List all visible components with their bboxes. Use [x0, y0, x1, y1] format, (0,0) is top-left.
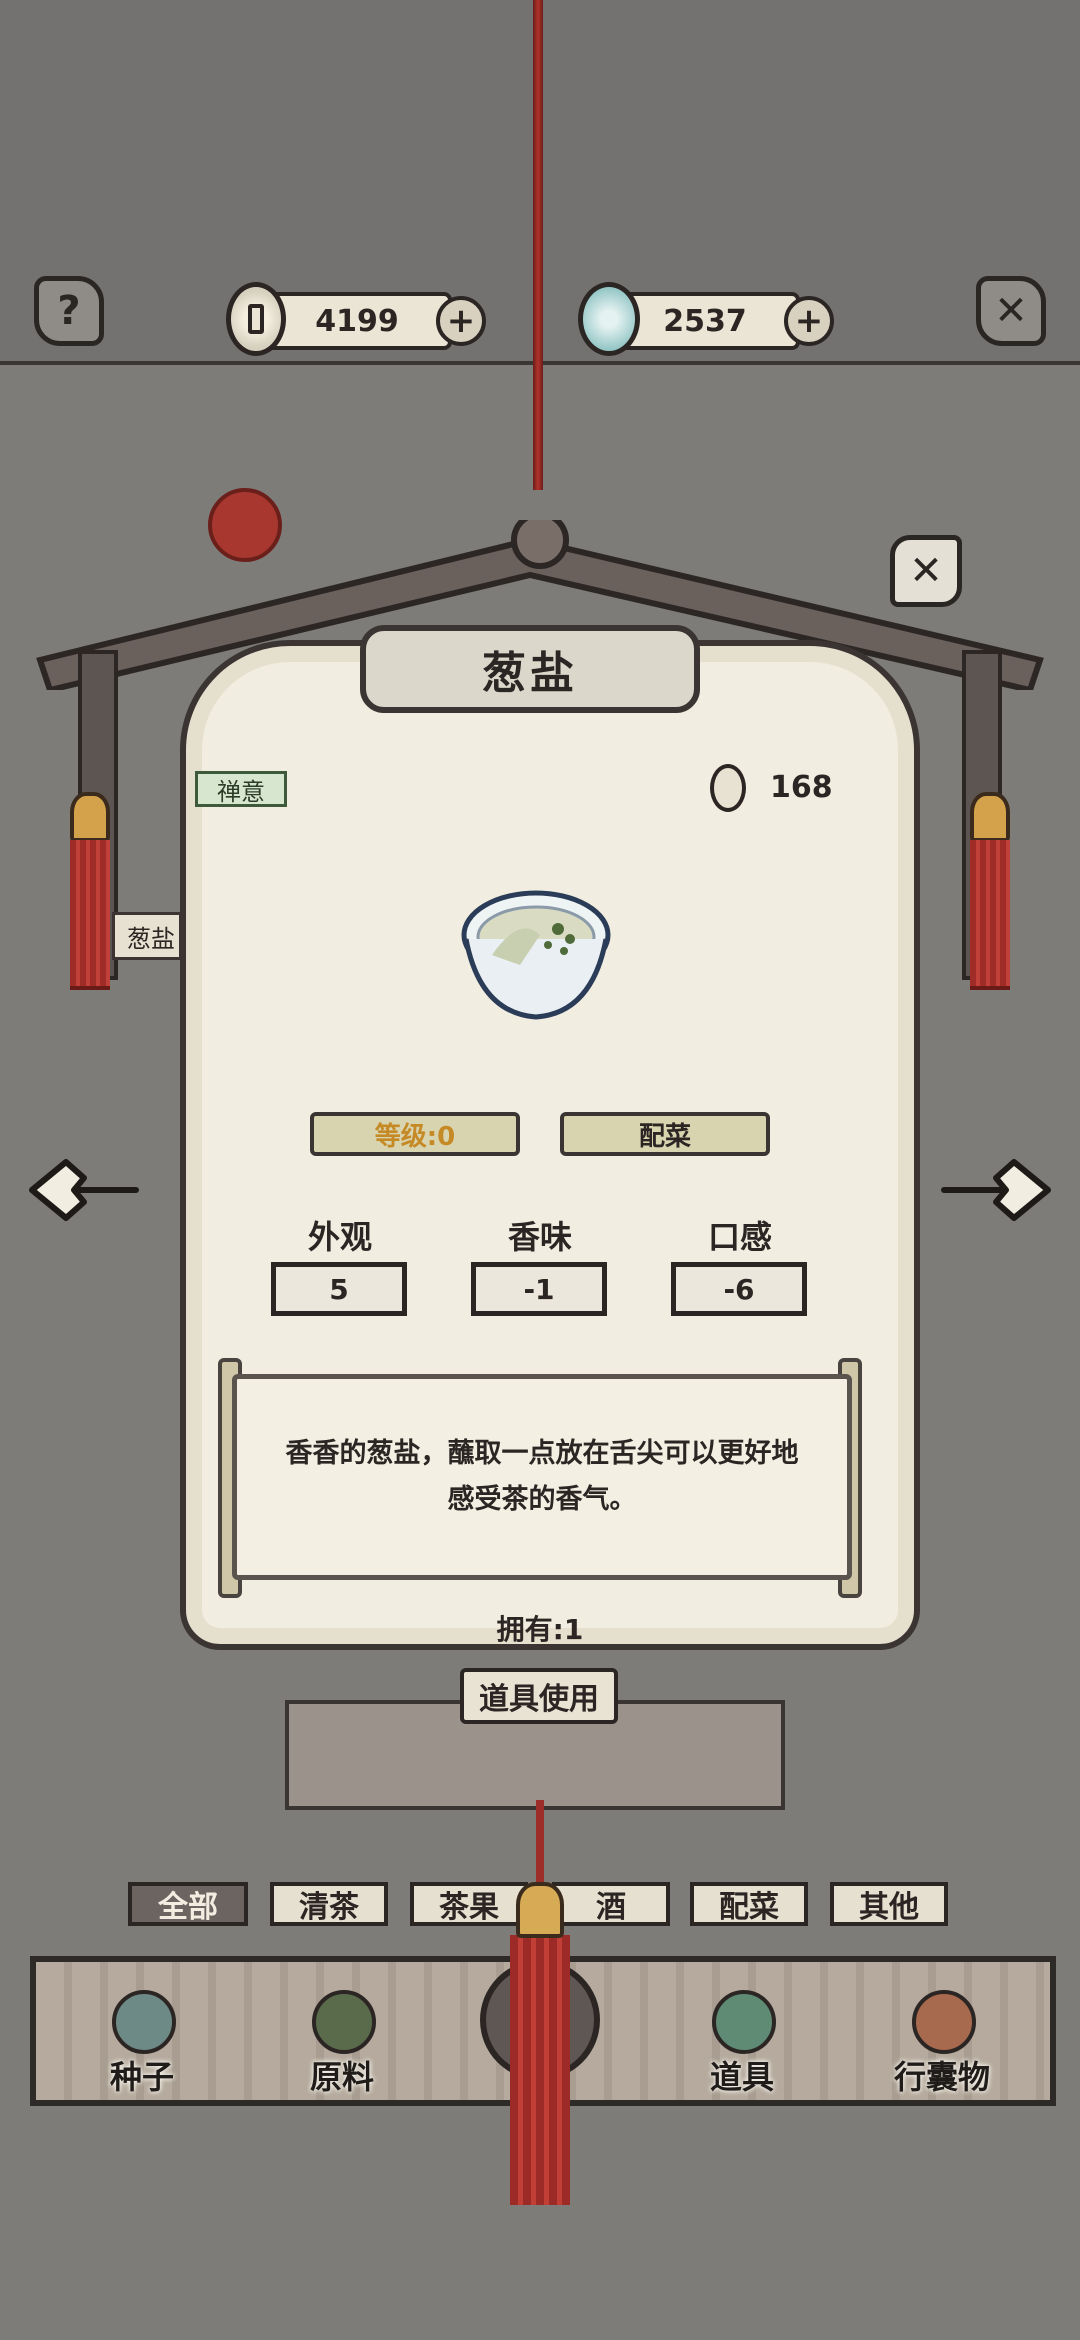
nav-seeds[interactable]: 种子 [82, 1990, 202, 2100]
item-title: 葱盐 [360, 625, 700, 713]
stat-appearance-label: 外观 [307, 1218, 372, 1256]
jade-orb-icon [578, 282, 640, 356]
category-label: 配菜 [638, 1121, 691, 1152]
use-item-button[interactable]: 道具使用 [460, 1668, 618, 1724]
panel-close-glyph: ✕ [909, 548, 943, 594]
jade-value: 2537 [663, 303, 747, 339]
center-tassel-knot [516, 1882, 564, 1938]
stat-aroma-label: 香味 [507, 1218, 572, 1256]
plus-glyph: + [446, 301, 476, 341]
left-tassel-knot [70, 792, 110, 842]
filter-tab-wine[interactable]: 酒 [552, 1882, 670, 1926]
filter-label: 全部 [158, 1890, 218, 1925]
filter-label: 茶果 [439, 1890, 499, 1925]
filter-tab-side-dish[interactable]: 配菜 [690, 1882, 808, 1926]
owned-count: 拥有:1 [496, 1613, 584, 1646]
tray-icon [712, 1990, 776, 2054]
hanging-rope [533, 0, 543, 490]
item-price: 168 [770, 770, 833, 805]
nav-materials[interactable]: 原料 [282, 1990, 402, 2100]
center-tassel [510, 1935, 570, 2205]
side-item-tab[interactable]: 葱盐 [112, 912, 182, 960]
category-badge: 配菜 [560, 1112, 770, 1156]
item-tag-badge: 禅意 [195, 771, 287, 807]
filter-tab-plain-tea[interactable]: 清茶 [270, 1882, 388, 1926]
filter-label: 清茶 [299, 1890, 359, 1925]
nav-seeds-label: 种子 [109, 2058, 174, 2096]
filter-tab-tea-fruit[interactable]: 茶果 [410, 1882, 528, 1926]
scallion-salt-bowl-icon [461, 890, 611, 1020]
help-icon[interactable]: ? [34, 276, 104, 346]
copper-currency-bar: 4199 [262, 292, 452, 350]
next-arrow-icon[interactable] [938, 1158, 1054, 1222]
panel-close-icon[interactable]: ✕ [890, 535, 962, 607]
close-icon[interactable]: ✕ [976, 276, 1046, 346]
stat-aroma-value: -1 [471, 1262, 607, 1316]
use-item-label: 道具使用 [479, 1682, 599, 1717]
price-coin-icon [710, 764, 746, 812]
robe-icon [912, 1990, 976, 2054]
filter-label: 其他 [859, 1890, 919, 1925]
stat-appearance-value: 5 [271, 1262, 407, 1316]
level-label: 等级:0 [374, 1121, 456, 1152]
right-tassel [970, 840, 1010, 990]
level-badge: 等级:0 [310, 1112, 520, 1156]
copper-value: 4199 [315, 303, 399, 339]
add-copper-button[interactable]: + [436, 296, 486, 346]
filter-tab-other[interactable]: 其他 [830, 1882, 948, 1926]
item-name: 葱盐 [482, 648, 578, 699]
description-text: 香香的葱盐，蘸取一点放在舌尖可以更好地感受茶的香气。 [285, 1438, 799, 1515]
copper-coin-icon [226, 282, 286, 356]
left-tassel [70, 840, 110, 990]
seed-jar-icon [112, 1990, 176, 2054]
item-description: 香香的葱盐，蘸取一点放在舌尖可以更好地感受茶的香气。 [232, 1374, 852, 1580]
nav-baggage[interactable]: 行囊物 [882, 1990, 1002, 2100]
right-tassel-knot [970, 792, 1010, 842]
help-glyph: ? [57, 288, 81, 334]
tea-leaf-icon [312, 1990, 376, 2054]
plus-glyph: + [794, 301, 824, 341]
stat-texture-value: -6 [671, 1262, 807, 1316]
add-jade-button[interactable]: + [784, 296, 834, 346]
filter-label: 配菜 [719, 1890, 779, 1925]
close-glyph: ✕ [994, 288, 1028, 334]
previous-arrow-icon[interactable] [26, 1158, 142, 1222]
nav-materials-label: 原料 [309, 2058, 374, 2096]
seal-stamp-icon [208, 488, 282, 562]
side-tab-label: 葱盐 [127, 924, 175, 953]
filter-label: 酒 [596, 1890, 626, 1925]
stat-texture-label: 口感 [707, 1218, 772, 1256]
nav-baggage-label: 行囊物 [893, 2058, 990, 2096]
filter-tab-all[interactable]: 全部 [128, 1882, 248, 1926]
item-tag-label: 禅意 [217, 777, 265, 806]
nav-props[interactable]: 道具 [682, 1990, 802, 2100]
nav-props-label: 道具 [709, 2058, 774, 2096]
